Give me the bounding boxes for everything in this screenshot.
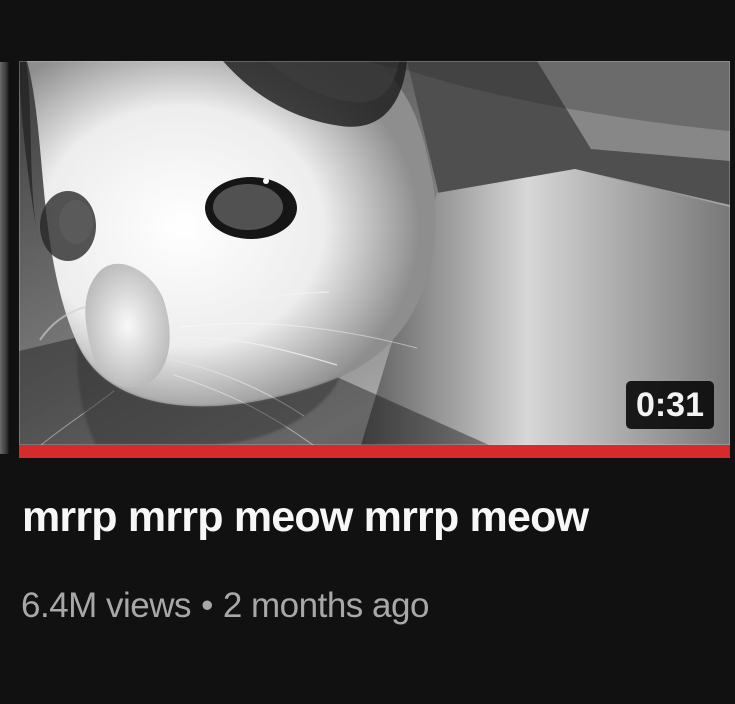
watch-progress-bar [19,445,730,458]
upload-age: 2 months ago [222,586,430,625]
video-thumbnail[interactable]: 0:31 [19,61,730,445]
metadata-separator: • [201,586,213,625]
video-result-frame: 0:31 mrrp mrrp meow mrrp meow 6.4M views… [0,0,735,704]
duration-badge: 0:31 [625,381,714,429]
video-title[interactable]: mrrp mrrp meow mrrp meow [22,491,722,543]
cat-photo-icon [19,61,730,445]
adjacent-thumbnail-edge [0,62,9,454]
video-metadata: 6.4M views • 2 months ago [21,584,721,628]
watch-progress-fill [19,445,730,458]
video-card[interactable]: 0:31 [19,61,730,459]
view-count: 6.4M views [21,586,192,625]
